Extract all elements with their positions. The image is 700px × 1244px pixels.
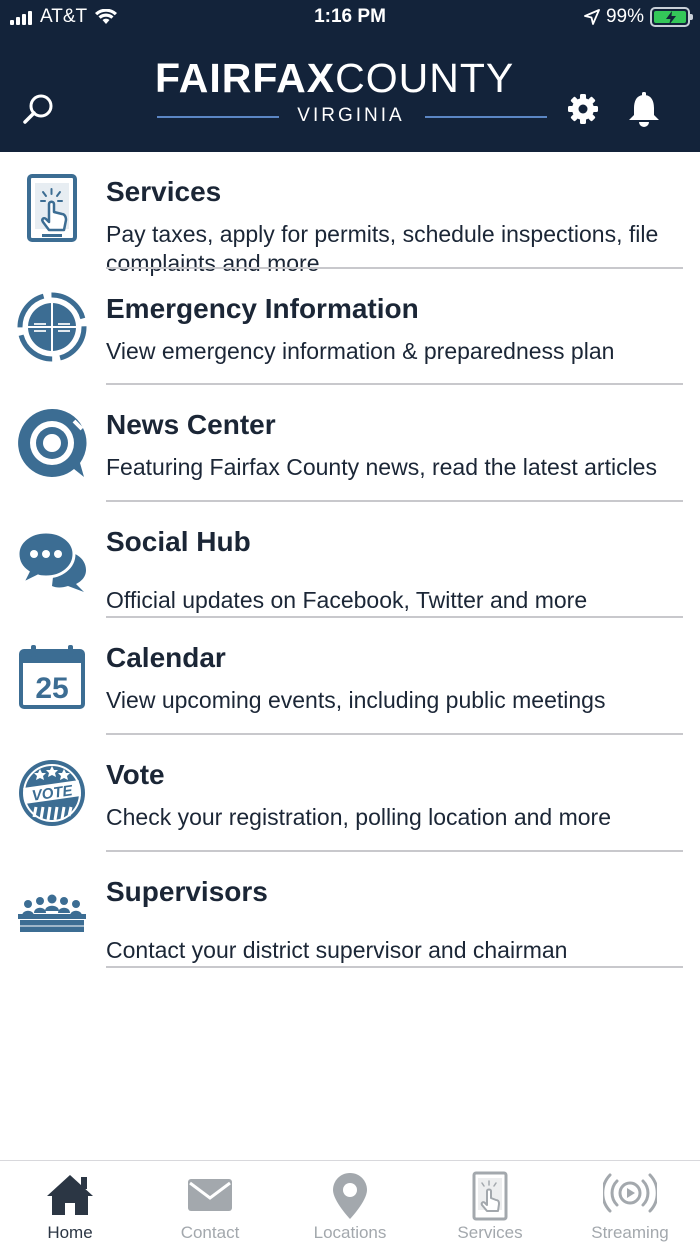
logo-rule-right: [425, 116, 547, 118]
app-header: AT&T 1:16 PM 99% FAIRFAXCOUNTY VIRGINIA: [0, 0, 700, 152]
menu-item-description: Contact your district supervisor and cha…: [106, 936, 568, 963]
menu-item-title: Social Hub: [106, 525, 251, 557]
menu-item-description: View upcoming events, including public m…: [106, 687, 606, 714]
location-arrow-icon: [584, 9, 600, 25]
tablet-tap-icon: [472, 1171, 508, 1221]
menu-item-description: View emergency information & preparednes…: [106, 337, 615, 364]
search-icon[interactable]: [22, 92, 56, 126]
menu-item-title: Calendar: [106, 642, 226, 674]
tab-home[interactable]: Home: [0, 1161, 140, 1244]
logo-subtitle: VIRGINIA: [155, 105, 547, 129]
tab-services[interactable]: Services: [420, 1161, 560, 1244]
map-pin-icon: [333, 1173, 367, 1219]
tablet-tap-icon: [27, 174, 77, 243]
tab-label: Locations: [313, 1223, 387, 1242]
calendar-day: 25: [35, 672, 68, 705]
tab-label: Streaming: [591, 1223, 669, 1242]
logo-title-light: COUNTY: [335, 55, 515, 101]
fairfax-county-logo: FAIRFAXCOUNTY VIRGINIA: [155, 58, 547, 130]
tab-label: Services: [457, 1223, 523, 1242]
home-icon: [47, 1175, 93, 1215]
menu-item-title: Vote: [106, 758, 165, 790]
news-target-icon: [18, 409, 87, 478]
menu-item-calendar[interactable]: 25 Calendar View upcoming events, includ…: [0, 618, 700, 735]
bell-icon[interactable]: [625, 90, 663, 128]
tab-locations[interactable]: Locations: [280, 1161, 420, 1244]
tab-contact[interactable]: Contact: [140, 1161, 280, 1244]
broadcast-play-icon: [603, 1173, 657, 1213]
battery-icon: [650, 7, 693, 27]
board-members-icon: [18, 894, 86, 932]
menu-item-news-center[interactable]: News Center Featuring Fairfax County new…: [0, 385, 700, 502]
menu-item-title: Emergency Information: [106, 292, 419, 324]
menu-item-services[interactable]: Services Pay taxes, apply for permits, s…: [0, 152, 700, 276]
menu-item-emergency-information[interactable]: Emergency Information View emergency inf…: [0, 269, 700, 386]
status-right: 99%: [584, 6, 693, 28]
calendar-icon: 25: [19, 644, 85, 709]
menu-item-vote[interactable]: VOTE Vote Check your registration, polli…: [0, 735, 700, 852]
logo-title-bold: FAIRFAX: [155, 55, 336, 101]
chat-bubbles-icon: [16, 530, 86, 593]
menu-item-social-hub[interactable]: Social Hub Official updates on Facebook,…: [0, 502, 700, 619]
logo-title: FAIRFAXCOUNTY: [155, 55, 547, 101]
gear-icon[interactable]: [566, 92, 600, 126]
divider: [106, 966, 683, 969]
battery-level: [654, 11, 686, 25]
menu-item-title: News Center: [106, 409, 276, 441]
tab-label: Contact: [180, 1223, 240, 1242]
tab-label: Home: [47, 1223, 93, 1242]
envelope-icon: [188, 1179, 232, 1211]
main-menu: Services Pay taxes, apply for permits, s…: [0, 152, 700, 969]
vote-badge-icon: VOTE: [19, 760, 85, 827]
status-bar: AT&T 1:16 PM 99%: [0, 0, 700, 36]
emergency-cycle-icon: [17, 292, 87, 362]
battery-percent: 99%: [605, 6, 644, 27]
menu-item-description: Check your registration, polling locatio…: [106, 803, 611, 830]
menu-item-description: Official updates on Facebook, Twitter an…: [106, 586, 588, 613]
tab-bar: Home Contact Locations Services Streamin…: [0, 1160, 700, 1244]
menu-item-title: Services: [106, 176, 222, 207]
menu-item-description: Featuring Fairfax County news, read the …: [106, 454, 657, 481]
menu-item-title: Supervisors: [106, 875, 268, 907]
tab-streaming[interactable]: Streaming: [560, 1161, 700, 1244]
menu-item-supervisors[interactable]: Supervisors Contact your district superv…: [0, 852, 700, 969]
